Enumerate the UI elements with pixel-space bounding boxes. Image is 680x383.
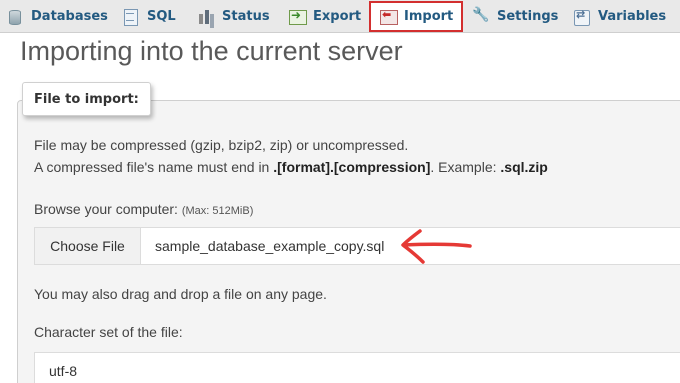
browse-max-size: (Max: 512MiB) [181,205,254,217]
compression-info-line1: File may be compressed (gzip, bzip2, zip… [34,137,409,153]
compression-format: .[format].[compression] [273,159,431,175]
charset-selected-value: utf-8 [49,363,78,379]
tab-import-label: Import [404,9,454,24]
tab-variables[interactable]: Variables [573,0,666,33]
tab-export[interactable]: Export [288,0,361,33]
tab-status[interactable]: Status [197,0,270,33]
tab-status-label: Status [222,9,270,24]
charset-label: Character set of the file: [34,324,183,340]
tab-databases[interactable]: Databases [6,0,108,33]
compression-line2-mid: . Example: [430,159,501,175]
browse-label-text: Browse your computer: [34,201,182,217]
import-icon [379,8,398,26]
top-tab-bar: Databases SQL Status Export Import Setti… [0,0,680,33]
database-icon [6,8,24,26]
tab-sql[interactable]: SQL [122,0,176,33]
tab-settings[interactable]: Settings [472,0,558,33]
charset-select[interactable]: utf-8 [34,352,680,383]
fieldset-legend: File to import: [22,82,151,116]
variables-icon [573,8,591,26]
page-title: Importing into the current server [20,36,403,66]
compression-line2-prefix: A compressed file's name must end in [34,159,274,175]
settings-icon [472,7,490,26]
tab-settings-label: Settings [497,9,559,24]
file-input[interactable]: Choose File sample_database_example_copy… [34,227,680,265]
selected-file-name: sample_database_example_copy.sql [155,238,385,254]
tab-sql-label: SQL [147,9,176,24]
export-icon [288,8,307,26]
compression-info-line2: A compressed file's name must end in .[f… [34,159,548,175]
compression-example: .sql.zip [500,159,548,175]
annotation-arrow-icon [401,229,472,264]
sql-icon [122,8,140,26]
tab-databases-label: Databases [31,9,108,24]
tab-export-label: Export [313,9,362,24]
status-icon [197,8,215,26]
tab-variables-label: Variables [598,9,667,24]
tab-import[interactable]: Import [369,1,464,32]
choose-file-button[interactable]: Choose File [35,228,141,264]
drag-drop-hint: You may also drag and drop a file on any… [34,286,327,302]
browse-label: Browse your computer: (Max: 512MiB) [34,201,253,217]
